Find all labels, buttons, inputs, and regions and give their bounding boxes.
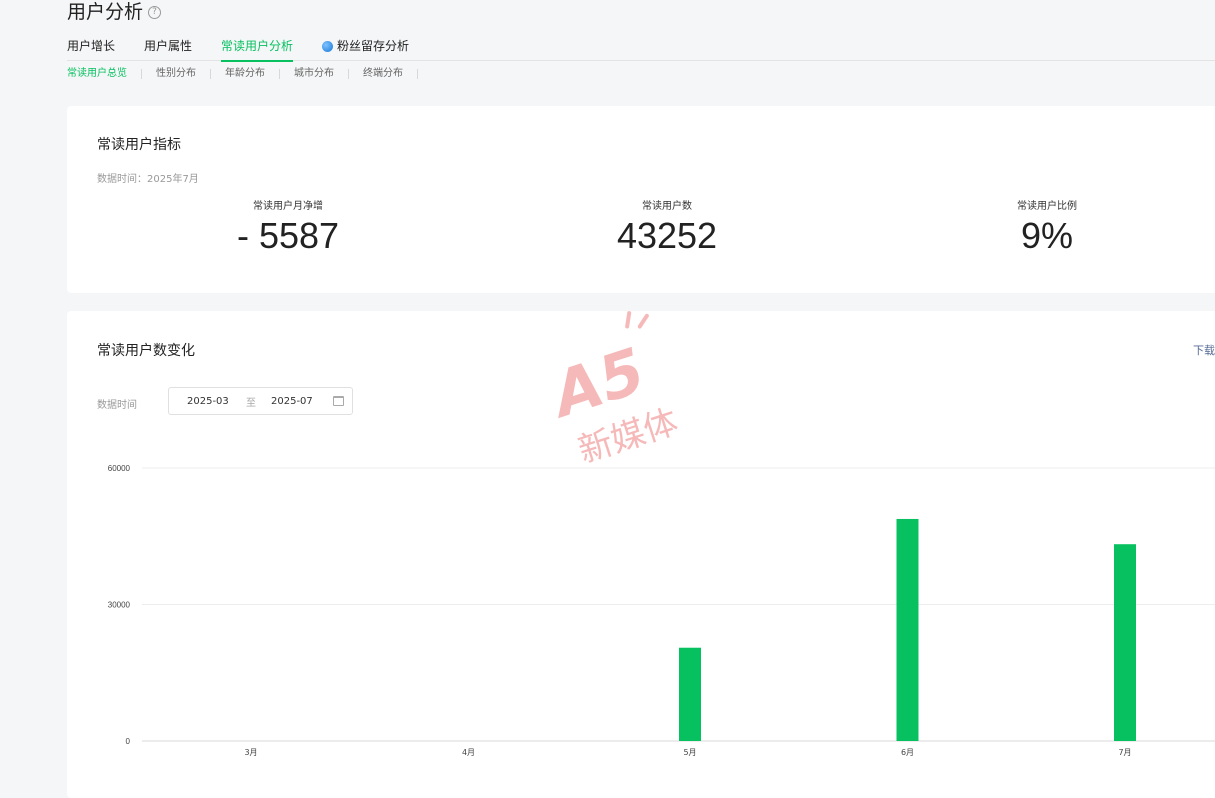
- chart-bar[interactable]: [1114, 544, 1136, 741]
- y-tick-label: 30000: [108, 601, 131, 610]
- chart-bar[interactable]: [896, 518, 919, 741]
- chart-bar[interactable]: [679, 647, 701, 741]
- x-tick-label: 7月: [1118, 748, 1131, 757]
- x-tick-label: 4月: [462, 748, 475, 757]
- y-tick-label: 0: [126, 737, 131, 746]
- x-tick-label: 5月: [683, 748, 696, 757]
- y-tick-label: 60000: [108, 464, 131, 473]
- x-tick-label: 3月: [244, 748, 257, 757]
- reader-count-bar-chart: 0 30000 60000 3月 4月 5月 6月 7月: [108, 464, 1215, 757]
- x-tick-label: 6月: [901, 748, 914, 757]
